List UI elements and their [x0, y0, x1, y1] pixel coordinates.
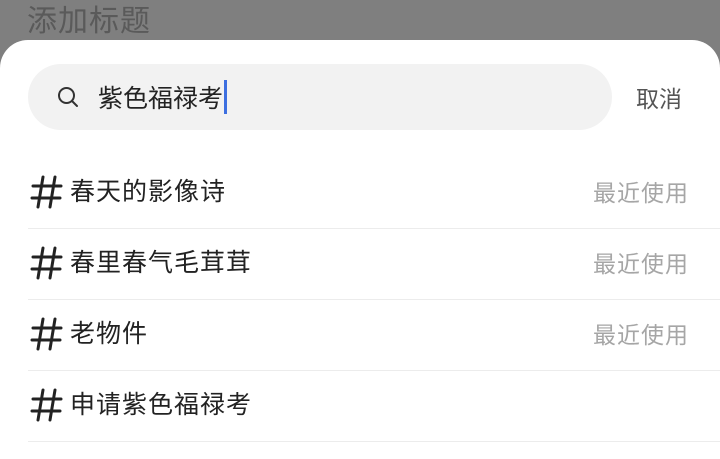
add-title-placeholder[interactable]: 添加标题: [27, 0, 151, 40]
topic-label: 老物件: [70, 319, 149, 348]
topic-item-2[interactable]: 春里春气毛茸茸 最近使用: [28, 229, 720, 300]
search-input[interactable]: 紫色福禄考: [98, 76, 228, 118]
topic-item-3[interactable]: 老物件 最近使用: [28, 300, 720, 371]
topic-label: 春里春气毛茸茸: [70, 248, 253, 277]
cancel-button[interactable]: 取消: [636, 80, 682, 114]
search-icon: [56, 85, 80, 109]
screen: 添加标题 紫色福禄考 取消 春天的影像诗 最近使用 春里春气毛茸茸 最近使用 老…: [0, 0, 720, 459]
search-query-text: 紫色福禄考: [98, 84, 224, 113]
topic-label: 申请紫色福禄考: [70, 390, 253, 419]
search-box[interactable]: 紫色福禄考: [28, 64, 612, 130]
topic-item-1[interactable]: 春天的影像诗 最近使用: [28, 158, 720, 229]
search-row: 紫色福禄考 取消: [28, 64, 712, 130]
topic-label: 春天的影像诗: [70, 177, 227, 206]
recently-used-tag: 最近使用: [593, 181, 689, 207]
text-caret: [224, 80, 228, 114]
hashtag-icon: [30, 387, 64, 423]
hashtag-icon: [30, 174, 64, 210]
topic-list: 春天的影像诗 最近使用 春里春气毛茸茸 最近使用 老物件 最近使用 申请紫色福禄…: [28, 158, 720, 442]
topic-search-sheet: 紫色福禄考 取消 春天的影像诗 最近使用 春里春气毛茸茸 最近使用 老物件 最近…: [0, 40, 720, 459]
topic-item-4[interactable]: 申请紫色福禄考: [28, 371, 720, 442]
hashtag-icon: [30, 316, 64, 352]
hashtag-icon: [30, 245, 64, 281]
recently-used-tag: 最近使用: [593, 323, 689, 349]
recently-used-tag: 最近使用: [593, 252, 689, 278]
